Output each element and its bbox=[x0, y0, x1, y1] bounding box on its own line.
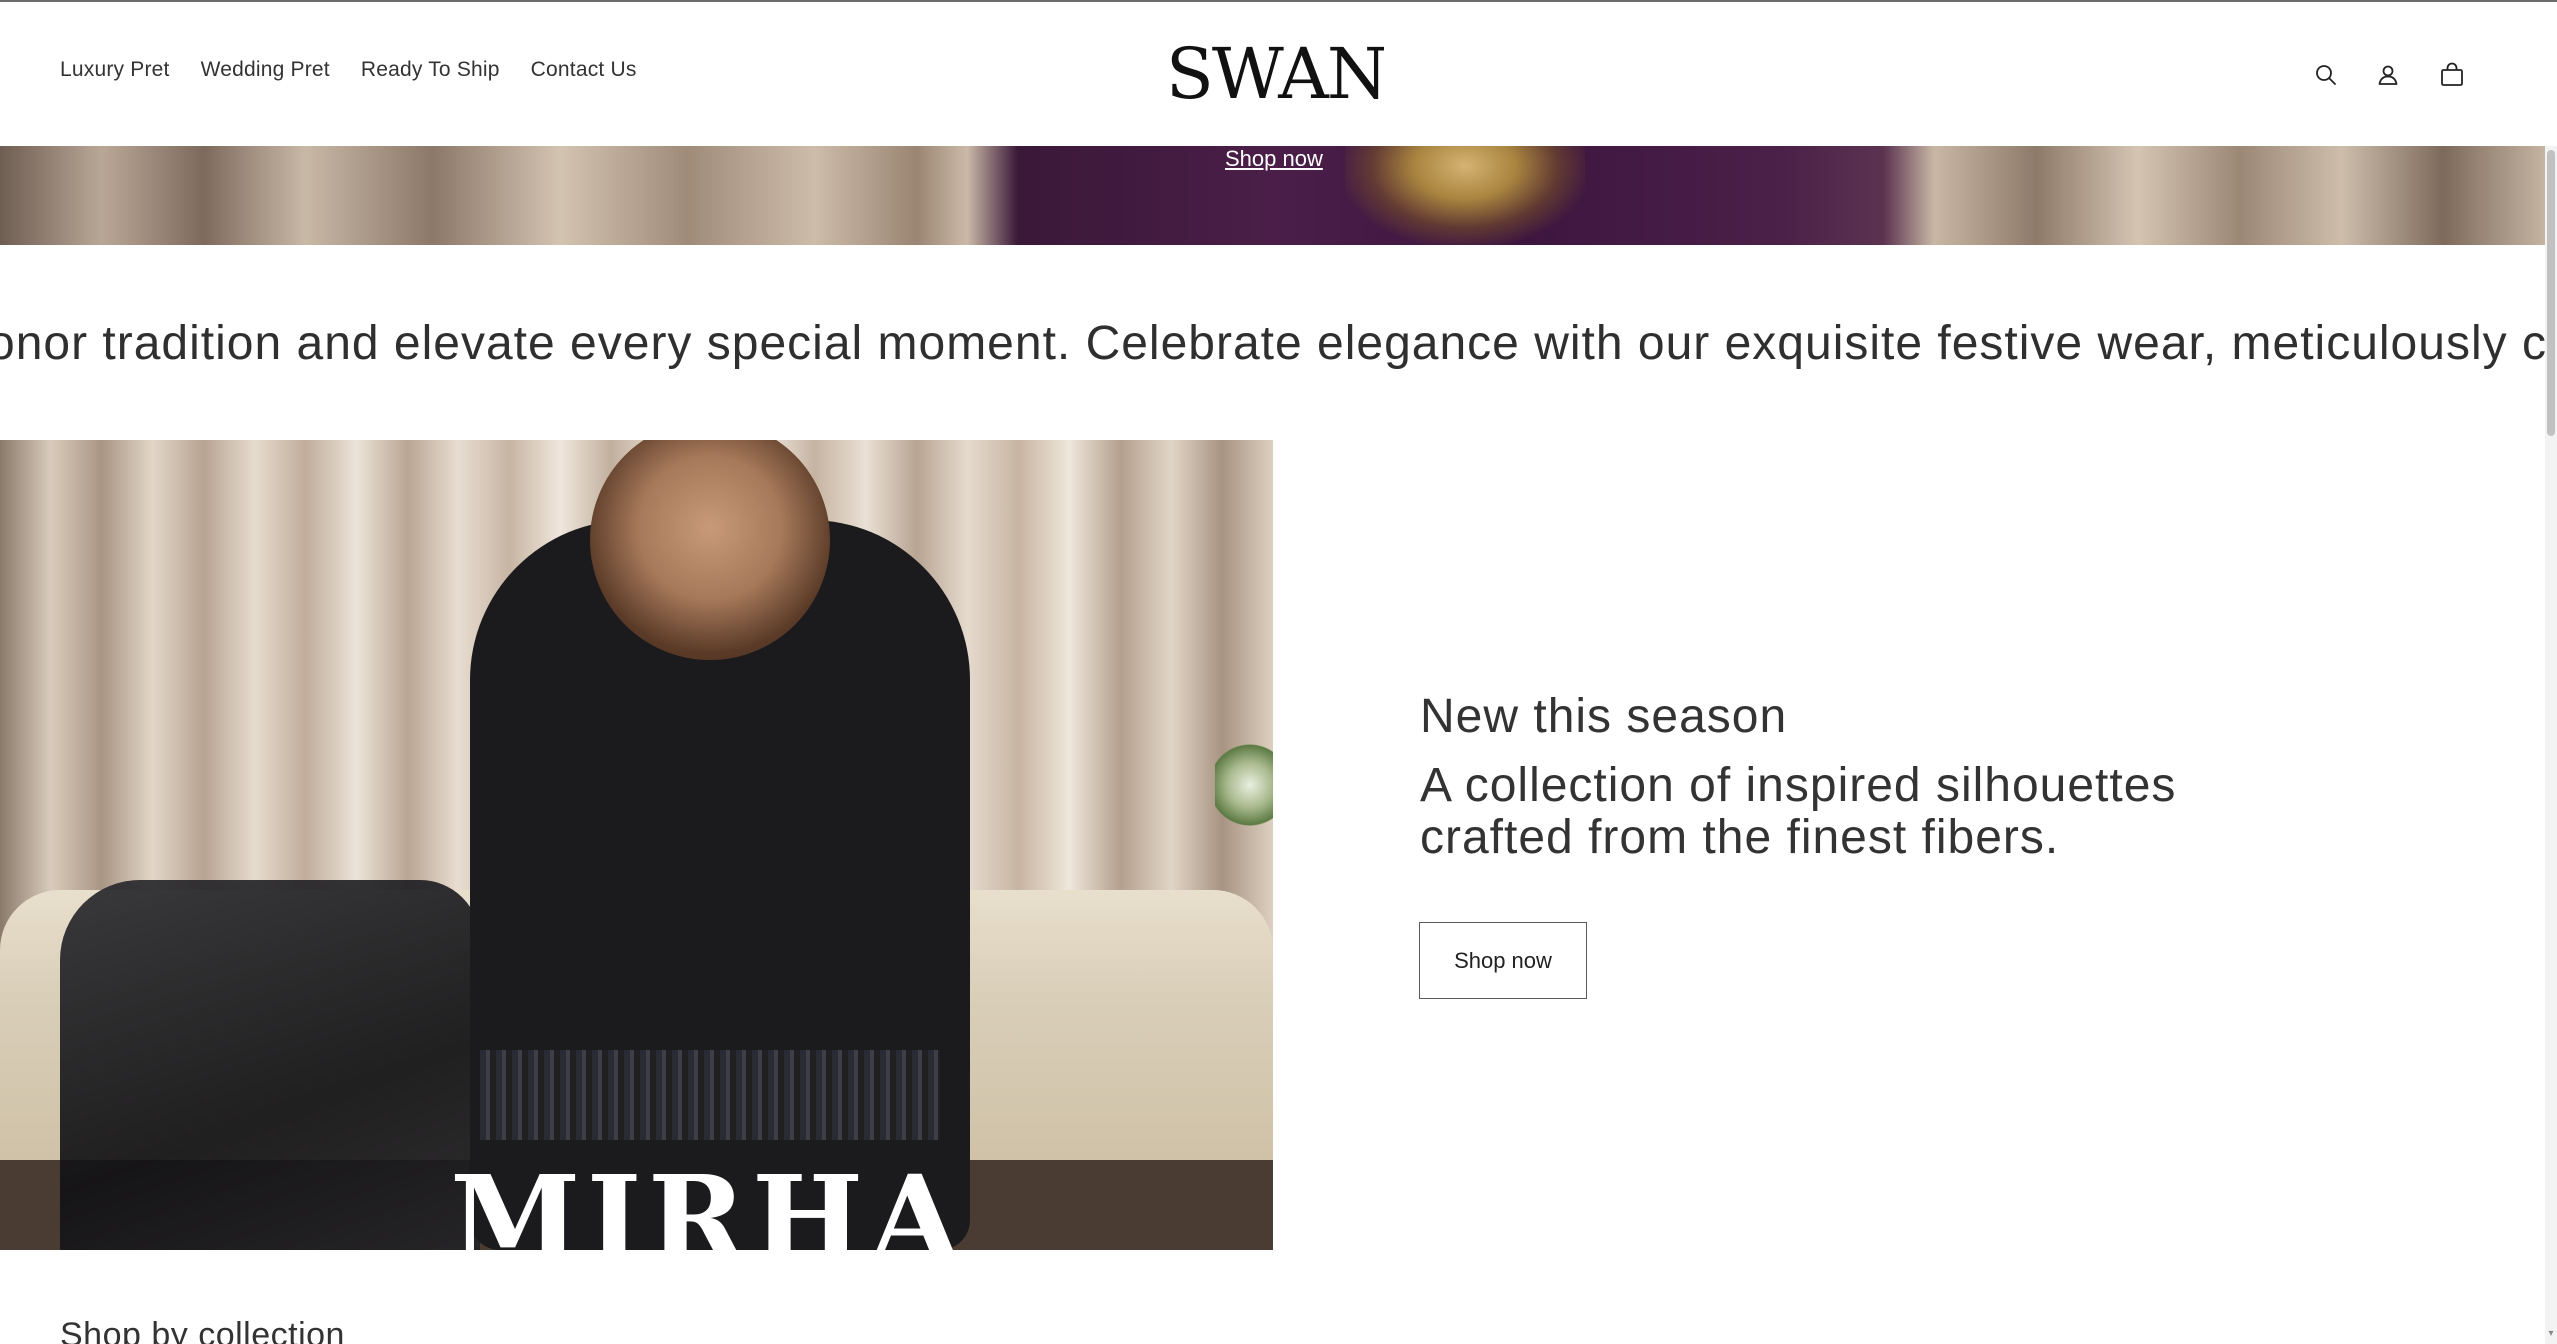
image-flowers bbox=[1215, 740, 1273, 830]
search-icon bbox=[2316, 65, 2336, 85]
hero-embroidery-detail bbox=[1345, 146, 1585, 245]
image-brand-wordmark: MIRHA bbox=[450, 1149, 967, 1251]
nav-item-contact-us[interactable]: Contact Us bbox=[531, 58, 637, 82]
search-button[interactable] bbox=[2306, 58, 2346, 92]
image-sequin-detail bbox=[480, 1050, 940, 1140]
feature-heading: A collection of inspired silhouettes cra… bbox=[1420, 758, 2320, 866]
feature-subheading: New this season bbox=[1420, 690, 1788, 743]
main-nav: Luxury Pret Wedding Pret Ready To Ship C… bbox=[60, 58, 637, 82]
cart-button[interactable] bbox=[2432, 58, 2472, 92]
hero-shop-now-link[interactable]: Shop now bbox=[1225, 146, 1323, 172]
shop-by-collection-heading: Shop by collection bbox=[60, 1316, 345, 1344]
feature-text-block: New this season A collection of inspired… bbox=[1420, 688, 2320, 865]
site-header: Luxury Pret Wedding Pret Ready To Ship C… bbox=[0, 2, 2557, 146]
scrolling-announcement: onor tradition and elevate every special… bbox=[0, 310, 2545, 380]
feature-heading-line-1: A collection of inspired silhouettes bbox=[1420, 758, 2177, 812]
cart-icon bbox=[2441, 62, 2463, 86]
brand-logo[interactable]: SWAN bbox=[1166, 33, 1388, 115]
brand-logo-text: SWAN bbox=[1168, 38, 1384, 108]
scroll-down-arrow-icon[interactable]: ▾ bbox=[2545, 1328, 2557, 1344]
scrollbar-thumb[interactable] bbox=[2547, 150, 2555, 436]
image-dupatta bbox=[60, 880, 480, 1250]
header-icons bbox=[2306, 58, 2472, 92]
account-button[interactable] bbox=[2368, 58, 2408, 92]
nav-item-ready-to-ship[interactable]: Ready To Ship bbox=[361, 58, 500, 82]
nav-item-luxury-pret[interactable]: Luxury Pret bbox=[60, 58, 170, 82]
brand-logo-mark: SWAN bbox=[1166, 33, 1388, 115]
nav-item-wedding-pret[interactable]: Wedding Pret bbox=[201, 58, 330, 82]
feature-shop-now-button[interactable]: Shop now bbox=[1419, 922, 1587, 999]
feature-image: MIRHA bbox=[0, 440, 1273, 1250]
account-icon bbox=[2378, 65, 2398, 85]
feature-heading-line-2: crafted from the finest fibers. bbox=[1420, 811, 2060, 865]
marquee-text: onor tradition and elevate every special… bbox=[0, 317, 2545, 370]
hero-banner: Shop now bbox=[0, 146, 2545, 245]
